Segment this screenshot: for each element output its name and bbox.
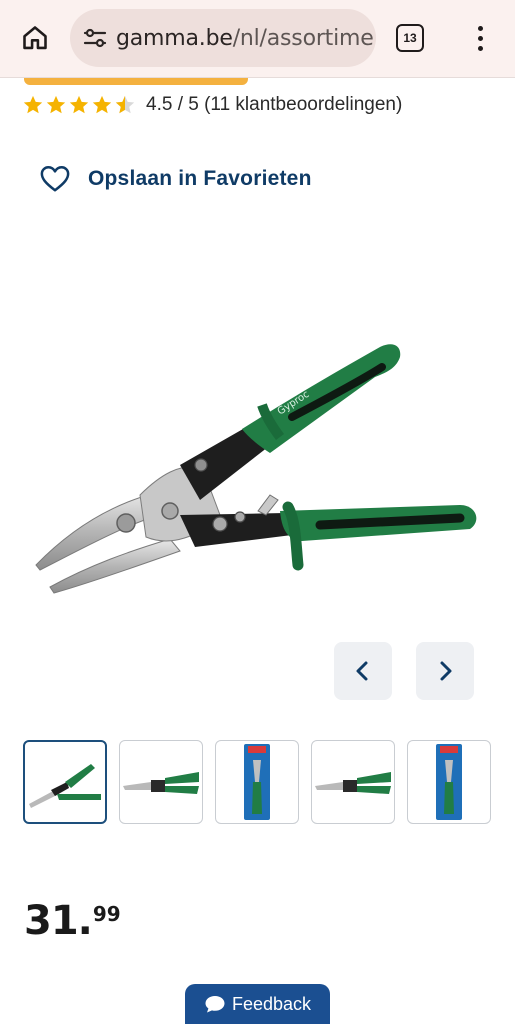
- half-star-icon: [115, 95, 135, 114]
- star-icon: [23, 95, 43, 114]
- tab-switcher-icon[interactable]: 13: [396, 24, 424, 52]
- save-to-favorites-button[interactable]: Opslaan in Favorieten: [40, 165, 312, 193]
- product-price: 31.99: [24, 898, 121, 944]
- browser-toolbar: gamma.be/nl/assortime 13: [0, 0, 515, 78]
- chevron-left-icon: [356, 661, 368, 681]
- feedback-button[interactable]: Feedback: [185, 984, 330, 1024]
- rating-text: 4.5 / 5 (11 klantbeoordelingen): [146, 94, 403, 115]
- favorites-label: Opslaan in Favorieten: [88, 167, 312, 190]
- home-icon: [23, 26, 47, 50]
- thumbnail-3[interactable]: [215, 740, 299, 824]
- star-icon: [46, 95, 66, 114]
- thumbnail-package-image: [244, 744, 270, 820]
- tab-count: 13: [403, 31, 417, 45]
- feedback-label: Feedback: [231, 993, 312, 1014]
- site-settings-icon[interactable]: [82, 25, 108, 51]
- product-image[interactable]: Gyproc: [30, 325, 485, 610]
- product-rating[interactable]: 4.5 / 5 (11 klantbeoordelingen): [22, 92, 402, 118]
- thumbnail-snips-image: [29, 764, 101, 808]
- image-next-button[interactable]: [416, 642, 474, 700]
- thumbnail-4[interactable]: [311, 740, 395, 824]
- chat-bubble-icon: [205, 996, 225, 1013]
- thumbnail-5[interactable]: [407, 740, 491, 824]
- url-host: gamma.be: [116, 25, 233, 51]
- thumbnail-strip: [23, 740, 491, 824]
- thumbnail-package-image: [436, 744, 462, 820]
- star-icon: [69, 95, 89, 114]
- overflow-menu-icon[interactable]: [466, 20, 494, 56]
- thumbnail-snips-image: [123, 772, 199, 794]
- orange-accent-strip: [24, 78, 248, 85]
- thumbnail-snips-image: [315, 772, 391, 794]
- url-path: /nl/assortime: [232, 25, 374, 51]
- address-bar[interactable]: gamma.be/nl/assortime: [70, 9, 376, 67]
- chevron-right-icon: [440, 661, 452, 681]
- star-icon: [92, 95, 112, 114]
- price-main: 31.: [24, 898, 93, 944]
- price-cents: 99: [92, 902, 121, 926]
- heart-icon: [40, 166, 70, 192]
- url-text: gamma.be/nl/assortime: [116, 26, 374, 51]
- rating-stars: [22, 94, 136, 116]
- thumbnail-2[interactable]: [119, 740, 203, 824]
- image-prev-button[interactable]: [334, 642, 392, 700]
- thumbnail-1[interactable]: [23, 740, 107, 824]
- home-button[interactable]: [18, 20, 52, 56]
